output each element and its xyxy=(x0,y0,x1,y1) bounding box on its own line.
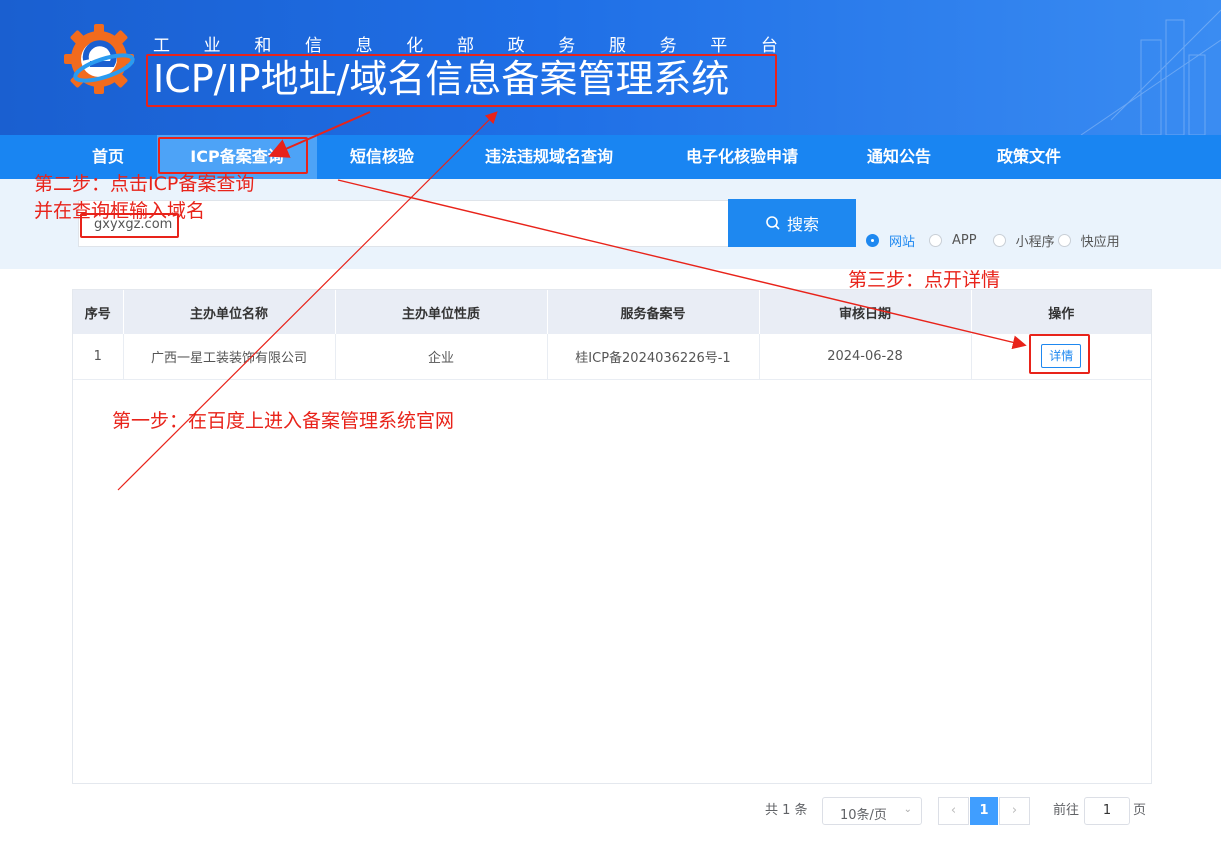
page-size-select[interactable]: 10条/页 ⌄ xyxy=(822,797,922,825)
prev-page-button[interactable]: ‹ xyxy=(938,797,969,825)
col-header-review-date: 审核日期 xyxy=(759,290,972,334)
miit-logo-icon xyxy=(64,24,135,94)
annotation-box-title xyxy=(146,54,777,107)
radio-label: 快应用 xyxy=(1080,234,1120,250)
subtitle-char: 政 xyxy=(507,36,525,56)
goto-label: 前往 xyxy=(1053,803,1080,818)
header-decoration xyxy=(1080,9,1221,135)
subtitle-char: 和 xyxy=(254,36,272,56)
subtitle-char: 化 xyxy=(406,36,424,56)
nav-item-policy-docs[interactable]: 政策文件 xyxy=(982,135,1076,179)
cell-org-name: 广西一星工装装饰有限公司 xyxy=(123,334,336,380)
subtitle-char: 部 xyxy=(456,36,474,56)
radio-dot xyxy=(929,233,943,247)
chevron-left-icon: ‹ xyxy=(950,803,957,818)
radio-label: 网站 xyxy=(889,234,916,250)
nav-item-sms-verify[interactable]: 短信核验 xyxy=(332,135,432,179)
subtitle-char: 信 xyxy=(304,36,322,56)
cell-review-date: 2024-06-28 xyxy=(759,334,972,380)
page: 工 业 和 信 息 化 部 政 务 服 务 平 台 ICP/IP地址/域名信息备… xyxy=(0,0,1221,854)
cell-org-nature: 企业 xyxy=(335,334,548,380)
subtitle-char: 务 xyxy=(558,36,576,56)
col-header-org-name: 主办单位名称 xyxy=(123,290,336,334)
col-header-index: 序号 xyxy=(73,290,124,334)
current-page-button[interactable]: 1 xyxy=(970,797,998,825)
cell-record-no: 桂ICP备2024036226号-1 xyxy=(547,334,760,380)
subtitle-char: 息 xyxy=(355,36,373,56)
subtitle-char: 务 xyxy=(659,36,677,56)
nav-item-e-verify-apply[interactable]: 电子化核验申请 xyxy=(668,135,816,179)
goto-page-input[interactable]: 1 xyxy=(1084,797,1130,825)
subtitle-char: 台 xyxy=(760,36,778,56)
radio-label: APP xyxy=(952,232,977,248)
annotation-step2-line2: 并在查询框输入域名 xyxy=(34,200,206,222)
radio-label: 小程序 xyxy=(1015,234,1055,250)
radio-dot xyxy=(992,233,1006,247)
annotation-step3: 第三步：点开详情 xyxy=(848,269,1001,291)
radio-dot xyxy=(866,233,879,247)
col-header-org-nature: 主办单位性质 xyxy=(335,290,548,334)
subtitle-char: 工 xyxy=(153,36,170,56)
radio-quick-app[interactable]: 快应用 xyxy=(1057,231,1120,250)
subtitle-char: 服 xyxy=(608,36,626,56)
nav-item-illegal-domain-query[interactable]: 违法违规域名查询 xyxy=(466,135,632,179)
annotation-step1: 第一步：在百度上进入备案管理系统官网 xyxy=(112,410,455,432)
search-type-group: 网站 APP 小程序 快应用 xyxy=(866,231,1120,250)
radio-website[interactable]: 网站 xyxy=(866,231,915,250)
results-table: 序号 主办单位名称 主办单位性质 服务备案号 审核日期 操作 1 广西一星工装装… xyxy=(72,289,1152,784)
nav-item-notices[interactable]: 通知公告 xyxy=(852,135,946,179)
goto-unit-label: 页 xyxy=(1133,803,1147,818)
table-row: 1 广西一星工装装饰有限公司 企业 桂ICP备2024036226号-1 202… xyxy=(73,334,1151,380)
table-header-row: 序号 主办单位名称 主办单位性质 服务备案号 审核日期 操作 xyxy=(73,290,1151,334)
radio-mini-program[interactable]: 小程序 xyxy=(992,231,1055,250)
subtitle-char: 平 xyxy=(710,36,728,56)
header-subtitle: 工 业 和 信 息 化 部 政 务 服 务 平 台 xyxy=(153,31,778,56)
search-icon xyxy=(766,216,780,230)
annotation-box-detail xyxy=(1029,334,1090,374)
subtitle-char: 业 xyxy=(203,36,221,56)
radio-app[interactable]: APP xyxy=(929,233,977,248)
annotation-step2-line1: 第二步：点击ICP备案查询 xyxy=(34,173,255,195)
pagination-total: 共 1 条 xyxy=(765,803,808,818)
annotation-box-nav xyxy=(158,137,308,174)
chevron-right-icon: › xyxy=(1011,803,1018,818)
search-button[interactable]: 搜索 xyxy=(728,199,856,247)
page-size-value: 10条/页 xyxy=(840,808,887,823)
radio-dot xyxy=(1057,233,1071,247)
chevron-down-icon: ⌄ xyxy=(903,804,912,815)
cell-index: 1 xyxy=(73,334,124,380)
search-button-label: 搜索 xyxy=(786,215,819,234)
col-header-action: 操作 xyxy=(971,290,1151,334)
col-header-record-no: 服务备案号 xyxy=(547,290,760,334)
next-page-button[interactable]: › xyxy=(999,797,1030,825)
